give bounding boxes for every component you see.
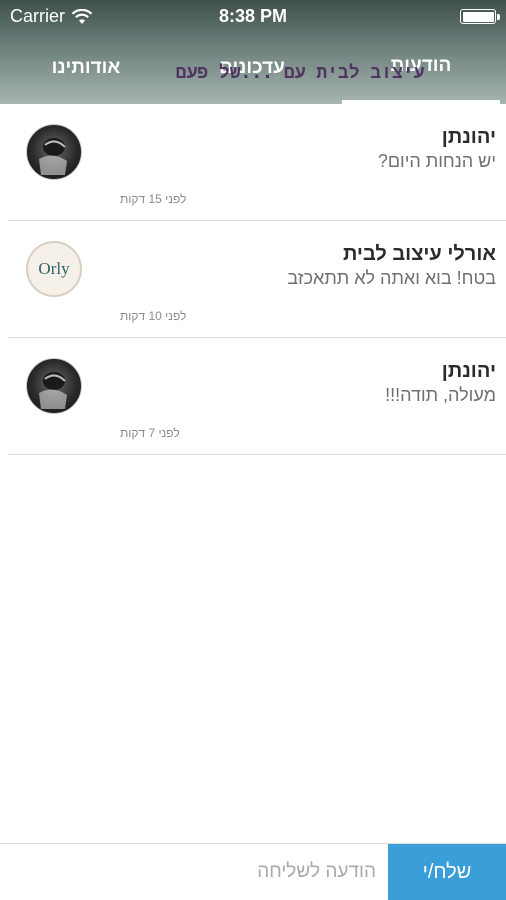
avatar[interactable] xyxy=(26,124,82,180)
battery-tip xyxy=(497,13,500,20)
message-time: לפני 7 דקות xyxy=(120,426,180,440)
message-time: לפני 10 דקות xyxy=(120,309,187,323)
profile-photo-icon xyxy=(39,138,67,175)
avatar[interactable] xyxy=(26,358,82,414)
sender-name: אורלי עיצוב לבית xyxy=(342,243,496,265)
battery-icon xyxy=(460,9,500,24)
battery-fill xyxy=(462,11,494,22)
tab-about[interactable]: אודותינו xyxy=(20,32,152,104)
send-button[interactable]: שלח/י xyxy=(388,844,506,900)
avatar-orly[interactable]: Orly xyxy=(26,241,82,297)
messages-list: יהונתן יש הנחות היום? לפני 15 דקות אורלי… xyxy=(0,104,506,455)
message-item[interactable]: יהונתן מעולה, תודה!!! לפני 7 דקות xyxy=(8,338,506,455)
message-item[interactable]: אורלי עיצוב לבית בטח! בוא ואתה לא תתאכזב… xyxy=(8,221,506,338)
message-time: לפני 15 דקות xyxy=(120,192,187,206)
message-composer: שלח/י xyxy=(0,843,506,900)
sender-name: יהונתן xyxy=(441,126,496,148)
status-bar: Carrier 8:38 PM xyxy=(0,0,506,32)
message-text: מעולה, תודה!!! xyxy=(385,385,496,405)
message-input[interactable] xyxy=(10,852,376,892)
profile-photo-icon xyxy=(39,372,67,409)
message-item[interactable]: יהונתן יש הנחות היום? לפני 15 דקות xyxy=(8,104,506,221)
brand-name-overlay: עיצוב לבית עם ...של פעם xyxy=(175,62,425,83)
message-text: יש הנחות היום? xyxy=(377,151,496,171)
status-time: 8:38 PM xyxy=(218,6,288,26)
sender-name: יהונתן xyxy=(441,360,496,382)
message-text: בטח! בוא ואתה לא תתאכזב xyxy=(287,268,496,288)
